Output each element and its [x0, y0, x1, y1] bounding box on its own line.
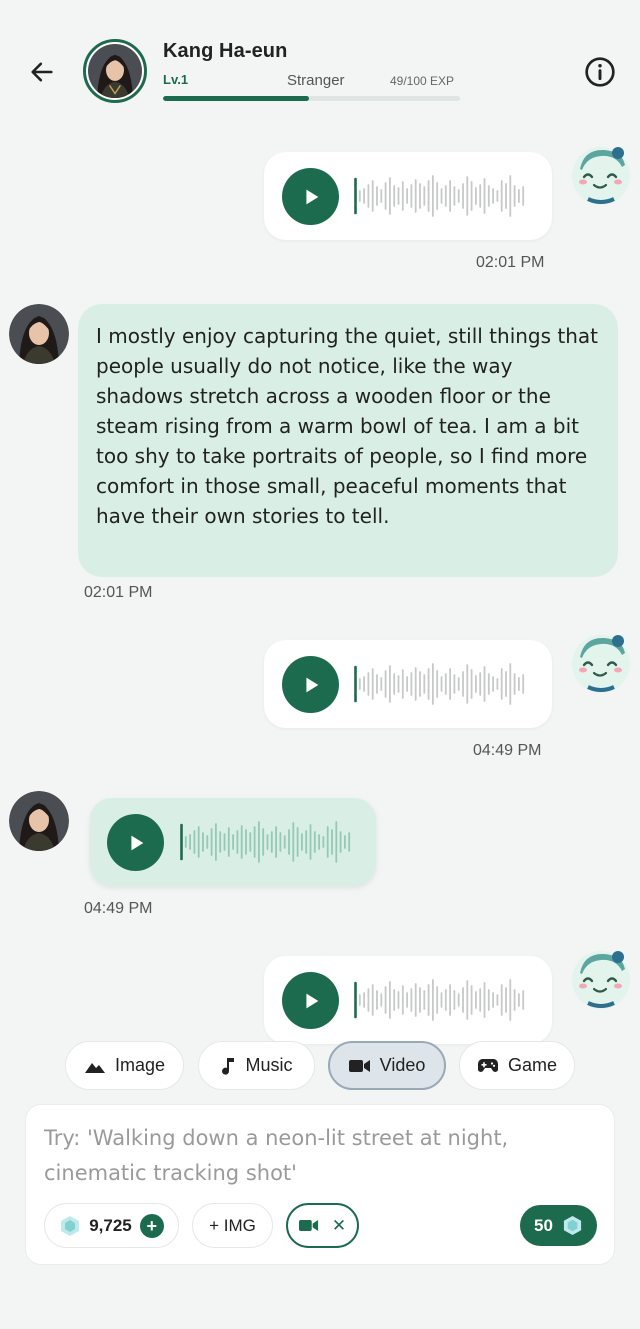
message-timestamp: 02:01 PM [476, 254, 545, 271]
chip-music-label: Music [245, 1055, 293, 1075]
text-message-incoming: I mostly enjoy capturing the quiet, stil… [78, 304, 618, 577]
info-button[interactable] [582, 54, 618, 90]
character-portrait [88, 44, 142, 98]
back-arrow-icon [31, 62, 53, 82]
voice-waveform[interactable] [354, 172, 534, 220]
add-image-button[interactable]: + IMG [192, 1203, 273, 1248]
back-button[interactable] [24, 54, 60, 90]
smiley-mascot-icon [572, 635, 630, 693]
info-icon [585, 57, 615, 87]
play-icon [305, 189, 318, 204]
generate-button[interactable]: 50 [520, 1205, 597, 1246]
video-camera-icon [298, 1220, 318, 1231]
voice-message-outgoing [264, 640, 552, 728]
exp-progress-bar [163, 96, 460, 101]
message-timestamp: 02:01 PM [84, 584, 153, 601]
chip-game-label: Game [507, 1055, 558, 1075]
video-mode-toggle[interactable]: ✕ [286, 1203, 359, 1248]
image-icon [84, 1062, 105, 1073]
user-avatar [570, 947, 632, 1009]
play-button[interactable] [282, 656, 339, 713]
play-button[interactable] [107, 814, 164, 871]
voice-message-outgoing [264, 956, 552, 1044]
exp-progress-fill [163, 96, 309, 101]
relationship-status: Stranger [287, 72, 345, 89]
chip-video[interactable]: Video [328, 1041, 446, 1090]
chip-image[interactable]: Image [65, 1041, 184, 1090]
chip-video-label: Video [379, 1055, 426, 1075]
character-avatar-small[interactable] [9, 304, 69, 364]
voice-waveform[interactable] [354, 660, 534, 708]
add-image-label: + IMG [209, 1215, 256, 1235]
play-icon [305, 677, 318, 692]
music-note-icon [222, 1057, 235, 1075]
gamepad-icon [477, 1058, 498, 1072]
gem-icon [61, 1215, 80, 1236]
close-icon[interactable]: ✕ [332, 1216, 346, 1236]
voice-waveform[interactable] [180, 818, 360, 866]
play-icon [305, 993, 318, 1008]
video-camera-icon [348, 1059, 370, 1072]
play-icon [130, 835, 143, 850]
message-timestamp: 04:49 PM [84, 900, 153, 917]
chip-music[interactable]: Music [198, 1041, 315, 1090]
user-avatar [570, 143, 632, 205]
gem-icon [563, 1215, 582, 1236]
smiley-mascot-icon [572, 951, 630, 1009]
credits-balance[interactable]: 9,725 + [44, 1203, 179, 1248]
voice-message-outgoing [264, 152, 552, 240]
smiley-mascot-icon [572, 147, 630, 205]
chip-game[interactable]: Game [459, 1041, 575, 1090]
play-button[interactable] [282, 972, 339, 1029]
prompt-input[interactable] [44, 1121, 594, 1197]
user-avatar [570, 631, 632, 693]
character-portrait [9, 791, 69, 851]
message-timestamp: 04:49 PM [473, 742, 542, 759]
generate-cost: 50 [534, 1215, 553, 1235]
character-avatar[interactable] [83, 39, 147, 103]
credits-amount: 9,725 [89, 1215, 132, 1235]
prompt-composer: 9,725 + + IMG ✕ 50 [25, 1104, 615, 1265]
voice-message-incoming [90, 798, 376, 886]
play-button[interactable] [282, 168, 339, 225]
chip-image-label: Image [114, 1055, 166, 1075]
exp-counter: 49/100 EXP [390, 74, 455, 88]
character-avatar-small[interactable] [9, 791, 69, 851]
add-credits-icon[interactable]: + [139, 1213, 164, 1238]
character-name: Kang Ha-eun [163, 40, 288, 62]
character-portrait [9, 304, 69, 364]
level-label: Lv.1 [163, 72, 189, 87]
voice-waveform[interactable] [354, 976, 534, 1024]
